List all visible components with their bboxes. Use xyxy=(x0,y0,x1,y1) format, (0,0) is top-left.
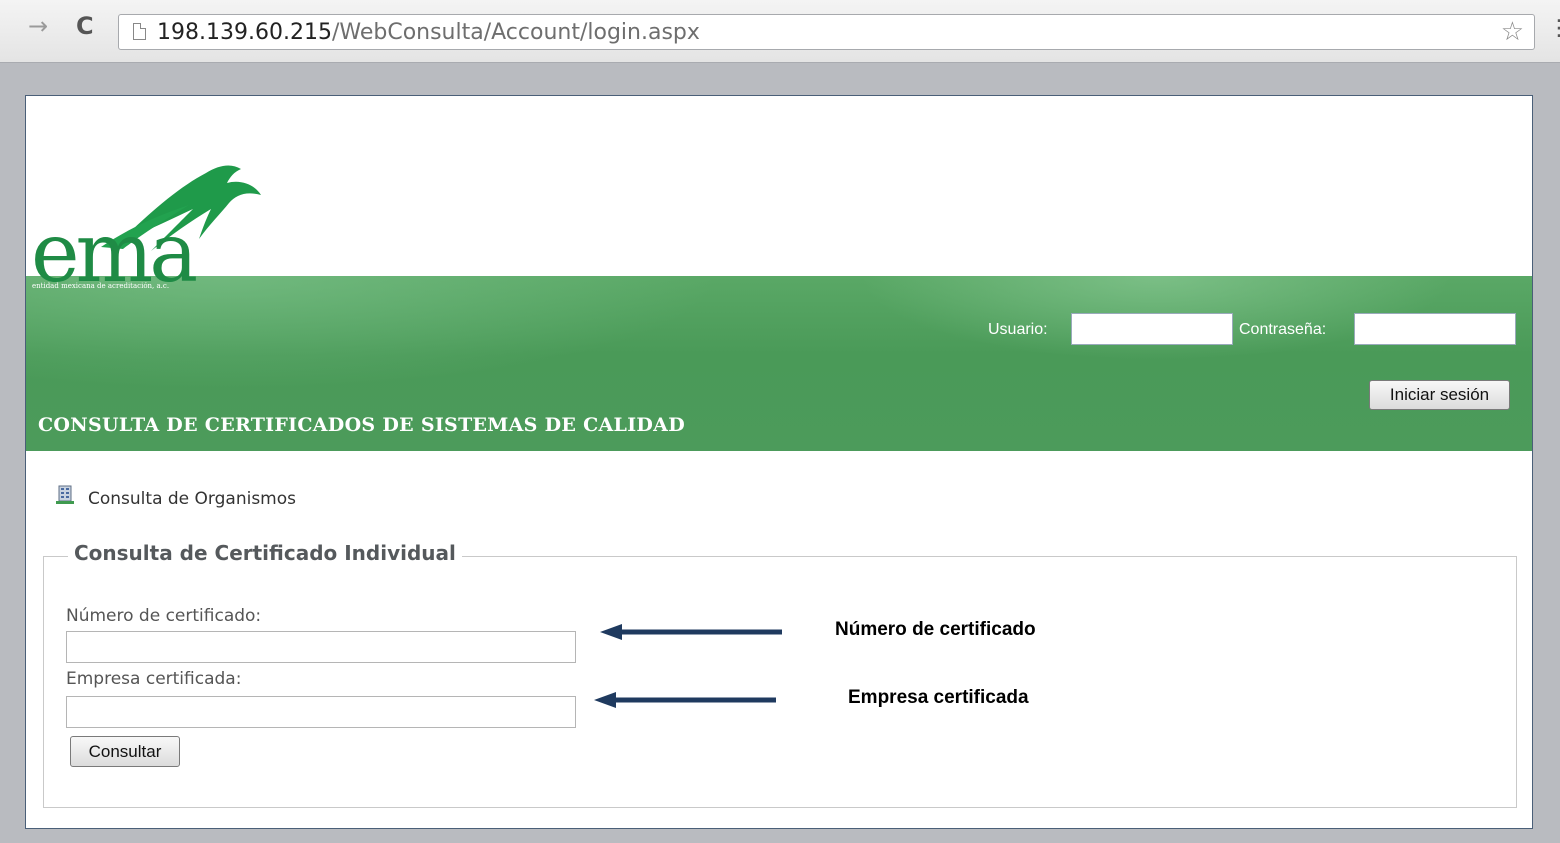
arrow-left-icon xyxy=(594,692,776,708)
menu-icon[interactable]: ⋮ xyxy=(1548,18,1560,40)
fieldset-legend: Consulta de Certificado Individual xyxy=(68,541,462,565)
password-input[interactable] xyxy=(1354,313,1516,345)
password-label: Contraseña: xyxy=(1239,321,1327,338)
company-input[interactable] xyxy=(66,696,576,728)
certificate-query-fieldset: Consulta de Certificado Individual Númer… xyxy=(43,541,1517,808)
address-bar[interactable]: 198.139.60.215/WebConsulta/Account/login… xyxy=(118,14,1535,50)
cert-number-input[interactable] xyxy=(66,631,576,663)
cert-number-label: Número de certificado: xyxy=(66,606,262,626)
annotation-company: Empresa certificada xyxy=(848,687,1029,708)
logo-text: ema xyxy=(31,206,196,291)
annotation-cert-number: Número de certificado xyxy=(835,619,1036,640)
star-icon[interactable]: ☆ xyxy=(1501,17,1524,47)
web-page: ema entidad mexicana de acreditación, a.… xyxy=(25,95,1533,829)
org-query-label: Consulta de Organismos xyxy=(88,489,296,509)
logo-subtitle: entidad mexicana de acreditación, a.c. xyxy=(32,282,170,290)
url-path: /WebConsulta/Account/login.aspx xyxy=(331,20,700,45)
username-input[interactable] xyxy=(1071,313,1233,345)
url-host: 198.139.60.215 xyxy=(157,20,332,45)
company-label: Empresa certificada: xyxy=(66,669,242,689)
reload-icon[interactable]: C xyxy=(76,14,94,38)
building-icon xyxy=(56,485,74,504)
browser-toolbar: → C 198.139.60.215/WebConsulta/Account/l… xyxy=(0,0,1560,63)
arrow-left-icon xyxy=(600,624,782,640)
url-text[interactable]: 198.139.60.215/WebConsulta/Account/login… xyxy=(157,20,700,45)
login-button[interactable]: Iniciar sesión xyxy=(1369,380,1510,410)
page-icon xyxy=(133,23,146,40)
consult-button[interactable]: Consultar xyxy=(70,736,180,767)
forward-icon[interactable]: → xyxy=(28,14,48,38)
username-label: Usuario: xyxy=(988,321,1048,338)
ema-logo: ema xyxy=(31,165,261,291)
page-title: CONSULTA DE CERTIFICADOS DE SISTEMAS DE … xyxy=(38,414,685,436)
